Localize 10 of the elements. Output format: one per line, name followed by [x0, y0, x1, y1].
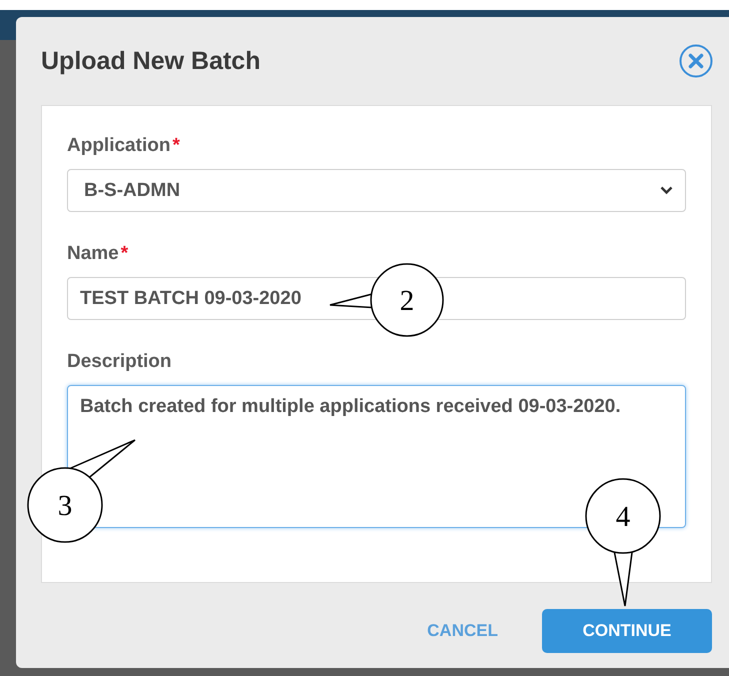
close-icon[interactable]: [679, 44, 713, 78]
select-field[interactable]: B-S-ADMN: [67, 169, 686, 212]
required-mark: *: [172, 135, 180, 157]
field-label: Application: [67, 135, 170, 157]
chevron-icon: [660, 186, 673, 195]
field-label: Name: [67, 243, 119, 265]
required-mark: *: [120, 243, 128, 265]
dialog-title: Upload New Batch: [41, 46, 260, 76]
callout-number: 2: [400, 285, 414, 317]
field-label: Description: [67, 351, 172, 373]
